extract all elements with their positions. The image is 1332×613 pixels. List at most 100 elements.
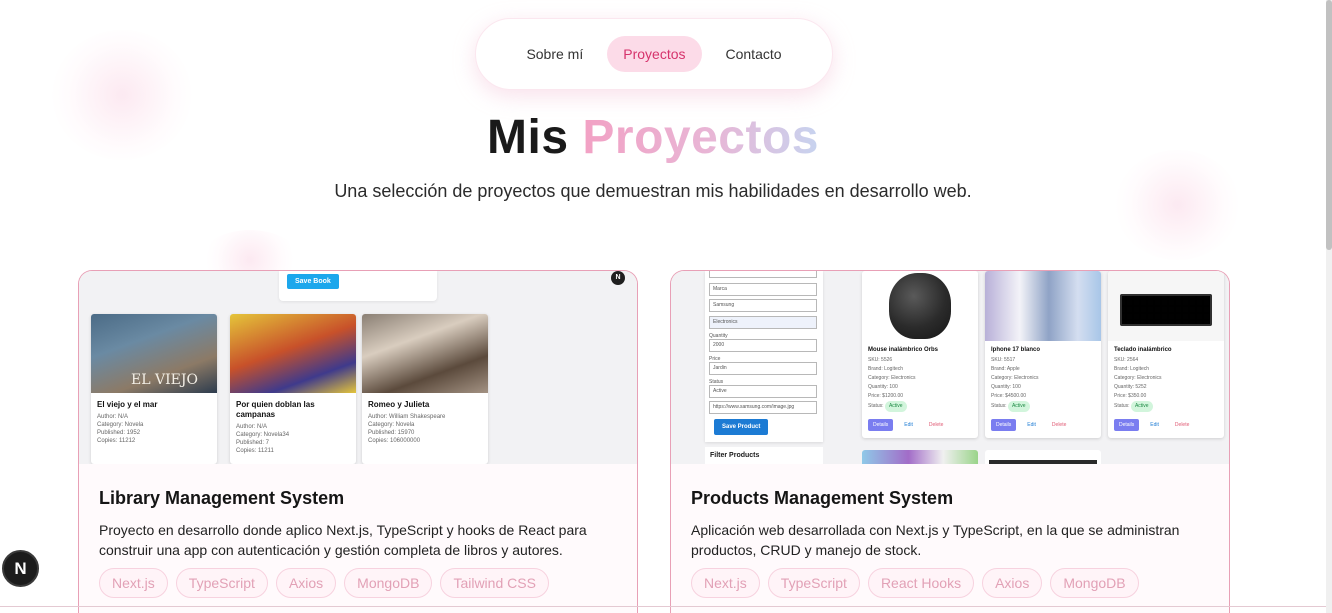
tech-tags: Next.js TypeScript Axios MongoDB Tailwin… [99, 568, 549, 598]
tech-tag: Next.js [99, 568, 168, 598]
status-badge: Active [884, 401, 907, 412]
save-product-button: Save Product [714, 419, 769, 435]
edit-button: Edit [904, 422, 913, 428]
page-title-accent: Proyectos [582, 111, 819, 164]
book-card: Romeo y Julieta Author: William Shakespe… [362, 314, 488, 464]
page-scrollbar[interactable] [1326, 0, 1332, 613]
product-card: Mouse inalámbrico Orbs SKU: 5526 Brand: … [862, 271, 978, 438]
form-input: Jardin [709, 362, 817, 375]
tech-tag: MongoDB [344, 568, 433, 598]
page-title-plain: Mis [487, 111, 569, 164]
details-button: Details [1114, 419, 1140, 431]
decorative-blob [1115, 150, 1240, 260]
details-button: Details [991, 419, 1017, 431]
book-meta: Copies: 11212 [97, 438, 136, 444]
product-meta: Brand: Logitech [868, 366, 904, 372]
product-meta: Brand: Logitech [1114, 366, 1150, 372]
divider [0, 606, 1326, 607]
product-meta: Brand: Apple [991, 366, 1020, 372]
top-nav: Sobre mí Proyectos Contacto [475, 18, 833, 90]
project-title: Products Management System [691, 488, 954, 508]
product-status-row: Status: Active [862, 401, 978, 412]
book-meta: Published: 1952 [97, 430, 141, 436]
book-meta: Category: Novela [97, 422, 144, 428]
book-meta: Copies: 11211 [236, 448, 274, 454]
book-cover [362, 314, 488, 393]
book-title: Romeo y Julieta [368, 400, 430, 409]
delete-button: Delete [1174, 422, 1190, 428]
product-meta: Quantity: 5252 [1114, 384, 1147, 390]
project-card-products[interactable]: Marca Samsung Electronics Quantity 2000 … [670, 270, 1230, 613]
product-meta: SKU: 5526 [868, 357, 893, 363]
form-input: 2000 [709, 339, 817, 352]
product-name: Mouse inalámbrico Orbs [868, 347, 939, 353]
product-card-partial [862, 450, 978, 464]
project-title: Library Management System [99, 488, 345, 508]
status-label: Status: [1114, 403, 1130, 409]
product-meta: Category: Electronics [991, 375, 1039, 381]
scrollbar-thumb[interactable] [1326, 0, 1332, 250]
edit-button: Edit [1150, 422, 1159, 428]
form-input: Marca [709, 283, 817, 296]
product-meta: Quantity: 100 [991, 384, 1021, 390]
book-card: Por quien doblan las campanas Author: N/… [230, 314, 356, 464]
book-title: Por quien doblan las campanas [236, 400, 315, 419]
tech-tag: Axios [275, 568, 337, 598]
page-title: Mis Proyectos [0, 110, 1306, 165]
status-badge: Active [1130, 401, 1153, 412]
product-card: Iphone 17 blanco SKU: 5517 Brand: Apple … [985, 271, 1101, 438]
nav-proyectos[interactable]: Proyectos [607, 36, 702, 72]
project-card-body: Library Management System Proyecto en de… [79, 464, 637, 613]
book-cover-text: EL VIEJO [131, 372, 198, 388]
form-input: Electronics [709, 316, 817, 329]
nextjs-dev-indicator[interactable]: N [2, 550, 39, 587]
book-meta: Author: William Shakespeare [368, 414, 446, 420]
form-input [709, 271, 817, 278]
book-cover [230, 314, 356, 393]
status-badge: Active [1007, 401, 1030, 412]
product-status-row: Status: Active [1108, 401, 1224, 412]
product-form: Marca Samsung Electronics Quantity 2000 … [705, 271, 823, 442]
product-meta: Category: Electronics [1114, 375, 1162, 381]
mouse-image [889, 273, 951, 339]
project-screenshot: Save Book N EL VIEJO El viejo y el mar A… [79, 271, 637, 464]
product-meta: Quantity: 100 [868, 384, 898, 390]
book-meta: Author: N/A [97, 414, 129, 420]
product-card-partial [985, 450, 1101, 464]
product-actions: Details Edit Delete [1114, 419, 1194, 431]
tech-tag: Tailwind CSS [440, 568, 549, 598]
product-meta: SKU: 5517 [991, 357, 1016, 363]
book-meta: Category: Novela34 [236, 432, 290, 438]
book-meta: Copies: 106000000 [368, 438, 421, 444]
product-image [985, 271, 1101, 341]
project-card-body: Products Management System Aplicación we… [671, 464, 1229, 613]
nav-sobre-mi[interactable]: Sobre mí [510, 36, 599, 72]
project-card-library[interactable]: Save Book N EL VIEJO El viejo y el mar A… [78, 270, 638, 613]
book-meta: Published: 15970 [368, 430, 415, 436]
form-select: Active [709, 385, 817, 398]
delete-button: Delete [1051, 422, 1067, 428]
nextjs-badge: N [611, 271, 625, 285]
product-meta: Price: $350.00 [1114, 393, 1147, 399]
book-meta: Published: 7 [236, 440, 270, 446]
form-input: https://www.samsung.com/image.jpg [709, 401, 817, 414]
tech-tag: React Hooks [867, 568, 975, 598]
tech-tags: Next.js TypeScript React Hooks Axios Mon… [691, 568, 1139, 598]
book-form: Save Book [279, 271, 437, 301]
product-actions: Details Edit Delete [868, 419, 948, 431]
product-image [862, 271, 978, 341]
keyboard-image [1120, 294, 1212, 326]
product-meta: Price: $4500.00 [991, 393, 1027, 399]
book-meta: Category: Novela [368, 422, 415, 428]
status-label: Status: [991, 403, 1007, 409]
product-name: Teclado inalámbrico [1114, 347, 1172, 353]
tech-tag: Axios [982, 568, 1043, 598]
tech-tag: Next.js [691, 568, 760, 598]
book-meta: Author: N/A [236, 424, 268, 430]
nav-contacto[interactable]: Contacto [710, 36, 798, 72]
product-name: Iphone 17 blanco [991, 347, 1041, 353]
edit-button: Edit [1027, 422, 1036, 428]
project-description: Proyecto en desarrollo donde aplico Next… [99, 522, 587, 558]
form-input: Samsung [709, 299, 817, 312]
project-description: Aplicación web desarrollada con Next.js … [691, 522, 1180, 558]
